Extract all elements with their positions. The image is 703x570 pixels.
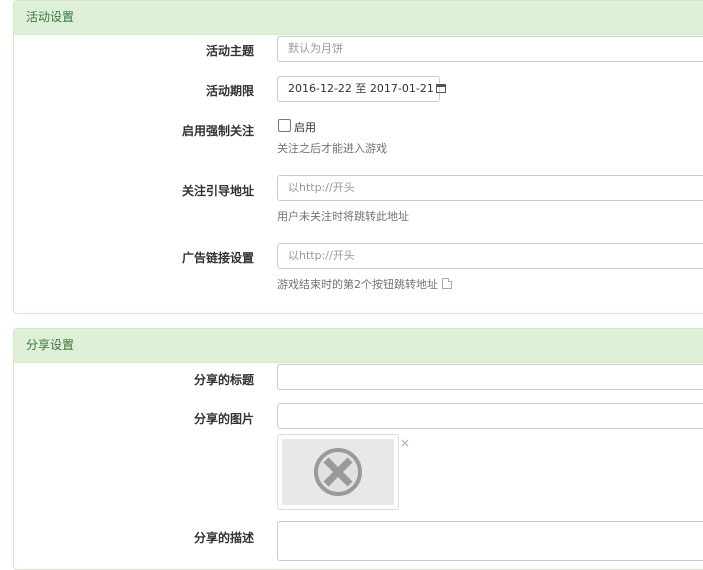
external-link-icon[interactable]: [442, 278, 452, 289]
period-date-range-input[interactable]: 2016-12-22 至 2017-01-21: [277, 76, 446, 102]
theme-label: 活动主题: [205, 44, 254, 58]
period-value: 2016-12-22 至 2017-01-21: [288, 82, 434, 95]
ad-link-input[interactable]: 以http://开头: [277, 243, 703, 269]
share-title-input[interactable]: [277, 364, 703, 390]
force-follow-label: 启用强制关注: [181, 124, 254, 138]
follow-url-label: 关注引导地址: [181, 184, 254, 198]
share-image-input[interactable]: [277, 403, 703, 429]
share-title-label: 分享的标题: [193, 373, 254, 387]
share-desc-label: 分享的描述: [193, 531, 254, 545]
period-label: 活动期限: [205, 84, 254, 98]
image-placeholder-icon: [314, 448, 362, 496]
activity-settings-panel: 活动设置 活动主题 默认为月饼 活动期限 2016-12-22 至 2017-0…: [13, 0, 703, 314]
image-placeholder: [282, 439, 394, 505]
share-settings-heading: 分享设置: [14, 329, 703, 363]
share-settings-panel: 分享设置 分享的标题 分享的图片 × 分享的描述: [13, 328, 703, 570]
calendar-icon[interactable]: [435, 84, 446, 93]
ad-link-label: 广告链接设置: [181, 251, 254, 265]
ad-link-help-text: 游戏结束时的第2个按钮跳转地址: [277, 278, 438, 291]
remove-image-icon[interactable]: ×: [400, 437, 410, 449]
share-desc-textarea[interactable]: [277, 521, 703, 561]
theme-input[interactable]: 默认为月饼: [277, 36, 703, 62]
share-image-label: 分享的图片: [193, 412, 254, 426]
follow-url-help: 用户未关注时将跳转此地址: [277, 210, 409, 223]
activity-settings-heading: 活动设置: [14, 1, 703, 35]
follow-url-input[interactable]: 以http://开头: [277, 175, 703, 201]
share-image-preview: [277, 434, 399, 510]
force-follow-checkbox-label[interactable]: 启用: [294, 119, 316, 135]
force-follow-help: 关注之后才能进入游戏: [277, 142, 387, 155]
ad-link-help: 游戏结束时的第2个按钮跳转地址: [277, 276, 452, 292]
force-follow-checkbox[interactable]: [278, 119, 291, 132]
